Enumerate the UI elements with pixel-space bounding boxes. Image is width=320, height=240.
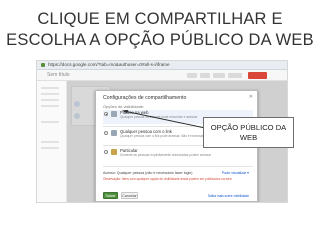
dialog-title: Configurações de compartilhamento (103, 95, 187, 101)
access-level-dropdown[interactable]: Pode visualizar ▾ (222, 171, 249, 175)
visibility-options-label: Opções de visibilidade: (103, 104, 145, 109)
slide-title-line2: ESCOLHA A OPÇÃO PÚBLICO DA WEB (6, 31, 314, 49)
sidebar-item[interactable] (41, 93, 59, 95)
globe-icon (111, 111, 117, 117)
sidebar-item[interactable] (41, 87, 59, 89)
option-public-web-desc: Qualquer pessoa na Internet pode encontr… (120, 115, 198, 119)
option-private-desc: Somente as pessoas explicitamente autori… (120, 153, 212, 157)
slide-title-line1: CLIQUE EM COMPARTILHAR E (37, 10, 283, 28)
sidebar-item[interactable] (41, 99, 59, 101)
toolbar-button[interactable] (187, 73, 197, 78)
sidebar-item[interactable] (41, 105, 59, 107)
lock-icon (41, 63, 45, 67)
lock-icon (111, 149, 117, 155)
share-button[interactable] (248, 72, 267, 79)
access-level-text: Acesso: Qualquer pessoa (não é necessári… (103, 171, 193, 175)
toolbar-button[interactable] (213, 73, 225, 78)
toolbar-button[interactable] (200, 73, 210, 78)
radio-private[interactable] (104, 150, 108, 154)
radio-anyone-with-link[interactable] (104, 131, 108, 135)
close-icon[interactable]: ✕ (249, 94, 253, 100)
sidebar-item[interactable] (41, 141, 59, 143)
document-name[interactable]: Sem título (47, 72, 70, 78)
sidebar-item[interactable] (41, 147, 59, 149)
learn-more-link[interactable]: Saiba mais sobre visibilidade (208, 194, 249, 198)
address-url[interactable]: https://docs.google.com/?tab=mo&authuser… (48, 62, 170, 68)
sidebar (37, 81, 67, 202)
option-private[interactable]: Particular Somente as pessoas explicitam… (103, 148, 253, 162)
visibility-note: Observação: Itens com qualquer opção de … (103, 177, 233, 181)
callout-line2: WEB (239, 132, 258, 142)
divider (103, 166, 253, 167)
sidebar-item[interactable] (41, 121, 59, 123)
toolbar-button[interactable] (228, 73, 242, 78)
callout-line1: OPÇÃO PÚBLICO DA (210, 123, 287, 132)
save-button[interactable]: Salvar (103, 192, 118, 199)
slide-title: CLIQUE EM COMPARTILHAR E ESCOLHA A OPÇÃO… (0, 9, 320, 51)
link-icon (111, 130, 117, 136)
address-bar[interactable]: https://docs.google.com/?tab=mo&authuser… (37, 61, 287, 70)
radio-public-web[interactable] (104, 112, 108, 116)
callout-box: OPÇÃO PÚBLICO DA WEB (203, 117, 294, 148)
cancel-button[interactable]: Cancelar (121, 192, 138, 199)
